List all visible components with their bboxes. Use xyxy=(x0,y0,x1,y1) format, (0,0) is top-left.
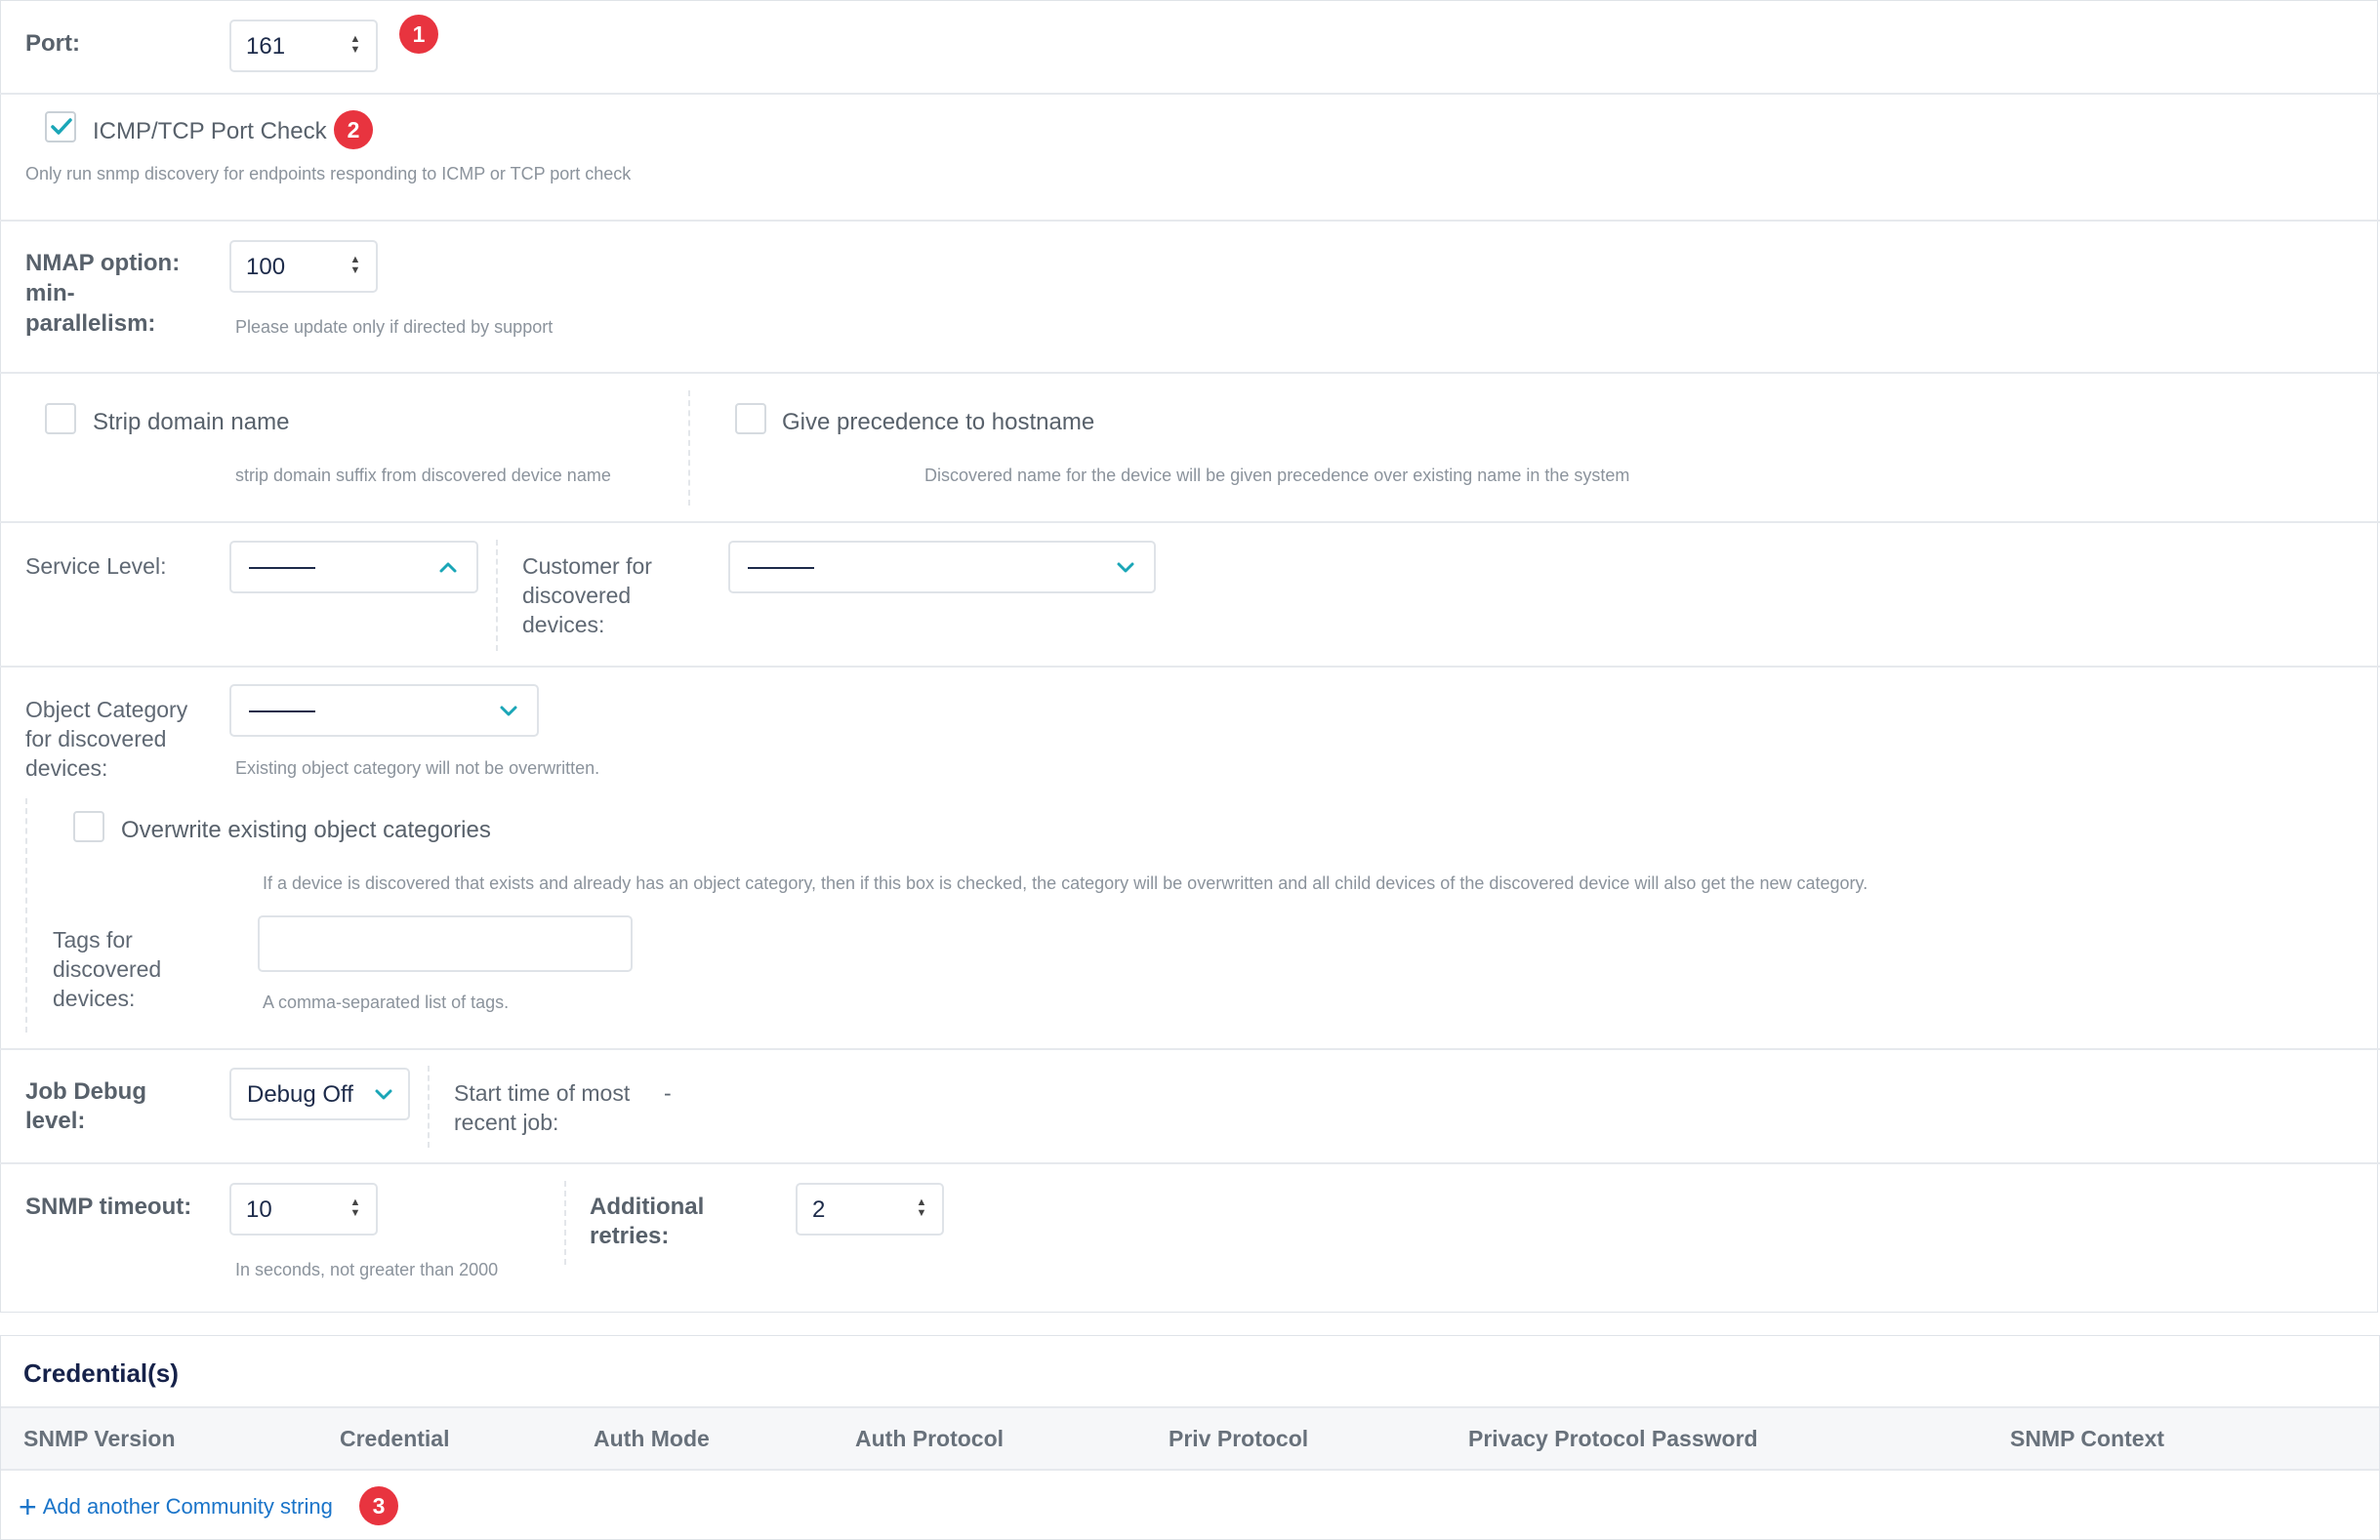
divider xyxy=(0,666,2380,668)
checkmark-icon xyxy=(51,118,72,135)
overwrite-categories-checkbox[interactable] xyxy=(73,811,104,842)
callout-badge-3: 3 xyxy=(359,1486,398,1525)
object-category-label-line1: Object Category xyxy=(25,697,188,722)
chevron-up-icon xyxy=(439,562,457,573)
start-time-label-line2: recent job: xyxy=(454,1110,559,1135)
job-debug-label-line1: Job Debug xyxy=(25,1078,146,1105)
chevron-down-icon xyxy=(1117,562,1134,573)
column-header-credential: Credential xyxy=(340,1426,450,1451)
add-community-string-link[interactable]: + Add another Community string xyxy=(19,1489,333,1525)
service-level-label: Service Level: xyxy=(25,553,167,579)
column-header-auth-protocol: Auth Protocol xyxy=(855,1426,1005,1451)
strip-domain-help: strip domain suffix from discovered devi… xyxy=(235,466,611,485)
nested-group-divider xyxy=(25,798,27,1033)
spin-down-icon[interactable]: ▼ xyxy=(915,1208,928,1219)
tags-label-line2: discovered xyxy=(53,956,162,982)
column-header-privacy-protocol-password: Privacy Protocol Password xyxy=(1468,1426,1758,1451)
empty-value-dash xyxy=(249,567,315,569)
tags-label-line1: Tags for xyxy=(53,927,133,952)
empty-value-dash xyxy=(249,710,315,712)
port-value: 161 xyxy=(246,33,286,60)
customer-label-line1: Customer for xyxy=(522,553,652,579)
hostname-precedence-help: Discovered name for the device will be g… xyxy=(924,466,1630,485)
nmap-spinner[interactable]: ▲ ▼ xyxy=(349,255,362,278)
column-header-priv-protocol: Priv Protocol xyxy=(1169,1426,1309,1451)
spin-down-icon[interactable]: ▼ xyxy=(349,265,362,276)
column-divider xyxy=(428,1066,430,1148)
nmap-label-line2: min- xyxy=(25,280,75,306)
object-category-label-line3: devices: xyxy=(25,755,108,781)
nmap-help: Please update only if directed by suppor… xyxy=(235,317,554,337)
callout-badge-2: 2 xyxy=(334,110,373,149)
credentials-title: Credential(s) xyxy=(23,1358,179,1388)
retries-spinner[interactable]: ▲ ▼ xyxy=(915,1197,928,1221)
start-time-value: - xyxy=(664,1080,672,1106)
service-level-select[interactable] xyxy=(229,541,478,593)
tags-label-line3: devices: xyxy=(53,986,136,1011)
tags-input[interactable] xyxy=(258,915,633,972)
divider xyxy=(0,1048,2380,1050)
port-label: Port: xyxy=(25,30,80,57)
overwrite-categories-help: If a device is discovered that exists an… xyxy=(263,873,1868,893)
hostname-precedence-label: Give precedence to hostname xyxy=(782,409,1095,435)
nmap-value: 100 xyxy=(246,254,286,280)
divider xyxy=(1,1469,2379,1471)
column-divider xyxy=(496,540,498,651)
overwrite-categories-label: Overwrite existing object categories xyxy=(121,817,491,843)
retries-label-line1: Additional xyxy=(590,1194,705,1220)
divider xyxy=(0,93,2380,95)
object-category-select[interactable] xyxy=(229,684,539,737)
snmp-timeout-value: 10 xyxy=(246,1196,272,1223)
add-community-string-label: Add another Community string xyxy=(42,1494,333,1519)
credentials-section: Credential(s) SNMP Version Credential Au… xyxy=(0,1335,2380,1540)
retries-value: 2 xyxy=(812,1196,826,1223)
divider xyxy=(0,1162,2380,1164)
retries-label-line2: retries: xyxy=(590,1223,670,1249)
spin-down-icon[interactable]: ▼ xyxy=(349,1208,362,1219)
snmp-timeout-spinner[interactable]: ▲ ▼ xyxy=(349,1197,362,1221)
column-divider xyxy=(564,1181,566,1265)
job-debug-label-line2: level: xyxy=(25,1108,86,1134)
column-header-snmp-version: SNMP Version xyxy=(23,1426,176,1451)
snmp-timeout-help: In seconds, not greater than 2000 xyxy=(235,1260,499,1279)
strip-domain-label: Strip domain name xyxy=(93,409,290,435)
chevron-down-icon xyxy=(375,1089,392,1100)
customer-select[interactable] xyxy=(728,541,1156,593)
nmap-parallelism-input[interactable]: 100 ▲ ▼ xyxy=(229,240,378,293)
empty-value-dash xyxy=(748,567,814,569)
callout-badge-1: 1 xyxy=(399,15,438,54)
icmp-check-label: ICMP/TCP Port Check xyxy=(93,118,327,144)
divider xyxy=(0,372,2380,374)
snmp-timeout-label: SNMP timeout: xyxy=(25,1194,192,1220)
job-debug-value: Debug Off xyxy=(247,1081,353,1108)
customer-label-line2: discovered xyxy=(522,583,632,608)
column-header-auth-mode: Auth Mode xyxy=(594,1426,710,1451)
job-debug-select[interactable]: Debug Off xyxy=(229,1068,410,1120)
column-header-snmp-context: SNMP Context xyxy=(2010,1426,2165,1451)
divider xyxy=(0,521,2380,523)
tags-help: A comma-separated list of tags. xyxy=(263,993,510,1012)
snmp-timeout-input[interactable]: 10 ▲ ▼ xyxy=(229,1183,378,1236)
retries-input[interactable]: 2 ▲ ▼ xyxy=(796,1183,944,1236)
discovery-settings-page: Port: 161 ▲ ▼ 1 ICMP/TCP Port Check 2 Onl… xyxy=(0,0,2380,1540)
hostname-precedence-checkbox[interactable] xyxy=(735,403,766,434)
spin-down-icon[interactable]: ▼ xyxy=(349,45,362,56)
divider xyxy=(0,220,2380,222)
port-spinner[interactable]: ▲ ▼ xyxy=(349,34,362,58)
icmp-check-checkbox[interactable] xyxy=(45,111,76,142)
port-input[interactable]: 161 ▲ ▼ xyxy=(229,20,378,72)
chevron-down-icon xyxy=(500,706,517,716)
object-category-label-line2: for discovered xyxy=(25,726,167,751)
nmap-label-line3: parallelism: xyxy=(25,310,156,337)
object-category-help: Existing object category will not be ove… xyxy=(235,758,600,778)
icmp-check-help: Only run snmp discovery for endpoints re… xyxy=(25,164,632,183)
column-divider xyxy=(688,390,690,506)
start-time-label-line1: Start time of most xyxy=(454,1080,631,1106)
plus-icon: + xyxy=(19,1489,37,1524)
strip-domain-checkbox[interactable] xyxy=(45,403,76,434)
nmap-label-line1: NMAP option: xyxy=(25,250,181,276)
customer-label-line3: devices: xyxy=(522,612,605,637)
